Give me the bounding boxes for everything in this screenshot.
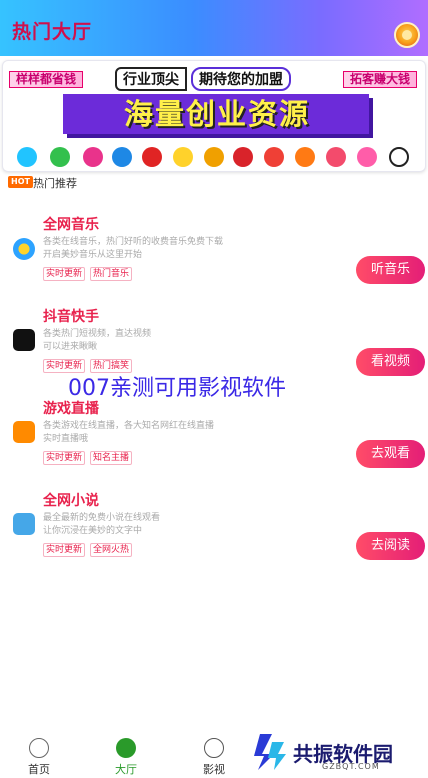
tag-realtime: 实时更新: [43, 451, 86, 465]
item-desc-line-2: 可以进来瞅瞅: [43, 342, 98, 352]
banner-pill-a: 行业顶尖: [115, 67, 187, 91]
youku-icon: [83, 147, 103, 167]
play-circle-icon: [29, 738, 49, 758]
banner-pill-b: 期待您的加盟: [191, 67, 291, 91]
watermark-domain: GZBQT.COM: [322, 762, 380, 771]
list-item-music[interactable]: 全网音乐 各类在线音乐，热门好听的收费音乐免费下载 开启美妙音乐从这里开始 实时…: [0, 210, 428, 300]
qq-icon: [204, 147, 224, 167]
item-desc-line-1: 各类在线音乐，热门好听的收费音乐免费下载: [43, 237, 224, 247]
watch-video-button[interactable]: 看视频: [356, 348, 425, 376]
nav-movies-label: 影视: [203, 763, 225, 776]
bilibili-icon: [357, 147, 377, 167]
page-title: 热门大厅: [12, 21, 93, 43]
banner-headline: 海量创业资源: [123, 97, 310, 131]
avatar-icon[interactable]: [394, 22, 420, 48]
nav-hall[interactable]: 大厅: [101, 738, 151, 777]
mango-icon: [295, 147, 315, 167]
section-title: 热门推荐: [33, 177, 77, 190]
watermark-logo-icon: [254, 734, 286, 770]
item-desc-line-2: 开启美妙音乐从这里开始: [43, 250, 143, 260]
item-title: 全网音乐: [43, 217, 99, 233]
item-desc-line-2: 实时直播哦: [43, 434, 89, 444]
tag-realtime: 实时更新: [43, 543, 86, 557]
netease-music-icon: [142, 147, 162, 167]
cat-app-icon: [173, 147, 193, 167]
item-title: 游戏直播: [43, 401, 99, 417]
qq-red-icon: [233, 147, 253, 167]
nav-home[interactable]: 首页: [14, 738, 64, 777]
go-read-button[interactable]: 去阅读: [356, 532, 425, 560]
item-title: 抖音快手: [43, 309, 99, 325]
game-live-icon: [13, 421, 35, 443]
listen-music-button[interactable]: 听音乐: [356, 256, 425, 284]
item-desc-line-1: 最全最新的免费小说在线观看: [43, 513, 161, 523]
music-icon: [13, 238, 35, 260]
hot-badge: HOT: [8, 176, 33, 188]
item-desc-line-1: 各类热门短视频，直达视频: [43, 329, 152, 339]
list-item-game-live[interactable]: 游戏直播 各类游戏在线直播，各大知名网红在线直播 实时直播哦 实时更新 知名主播…: [0, 394, 428, 484]
app-pink-icon: [326, 147, 346, 167]
nav-hall-label: 大厅: [115, 763, 137, 776]
iqiyi-icon: [50, 147, 70, 167]
compass-icon: [116, 738, 136, 758]
tag-category: 热门音乐: [90, 267, 133, 281]
tag-category: 知名主播: [90, 451, 133, 465]
item-title: 全网小说: [43, 493, 99, 509]
headphones-icon: [389, 147, 409, 167]
nav-movies[interactable]: 影视: [189, 738, 239, 777]
nav-home-label: 首页: [28, 763, 50, 776]
film-star-icon: [204, 738, 224, 758]
go-watch-button[interactable]: 去观看: [356, 440, 425, 468]
banner-right-tag: 拓客赚大钱: [342, 71, 417, 88]
item-desc-line-2: 让你沉浸在美妙的文字中: [43, 526, 143, 536]
tag-category: 全网火热: [90, 543, 133, 557]
promo-banner[interactable]: 样样都省钱 行业顶尖 期待您的加盟 拓客赚大钱 海量创业资源: [2, 60, 426, 172]
tencent-video-icon: [17, 147, 37, 167]
banner-left-tag: 样样都省钱: [9, 71, 84, 88]
tag-realtime: 实时更新: [43, 267, 86, 281]
list-item-novel[interactable]: 全网小说 最全最新的免费小说在线观看 让你沉浸在美妙的文字中 实时更新 全网火热…: [0, 486, 428, 576]
item-desc-line-1: 各类游戏在线直播，各大知名网红在线直播: [43, 421, 215, 431]
banner-app-icons: [17, 147, 415, 167]
app-red-icon: [264, 147, 284, 167]
kugou-icon: [112, 147, 132, 167]
tiktok-icon: [13, 329, 35, 351]
page: 热门大厅 样样都省钱 行业顶尖 期待您的加盟 拓客赚大钱 海量创业资源 HOT …: [0, 0, 428, 778]
top-bar: 热门大厅: [0, 0, 428, 56]
novel-icon: [13, 513, 35, 535]
